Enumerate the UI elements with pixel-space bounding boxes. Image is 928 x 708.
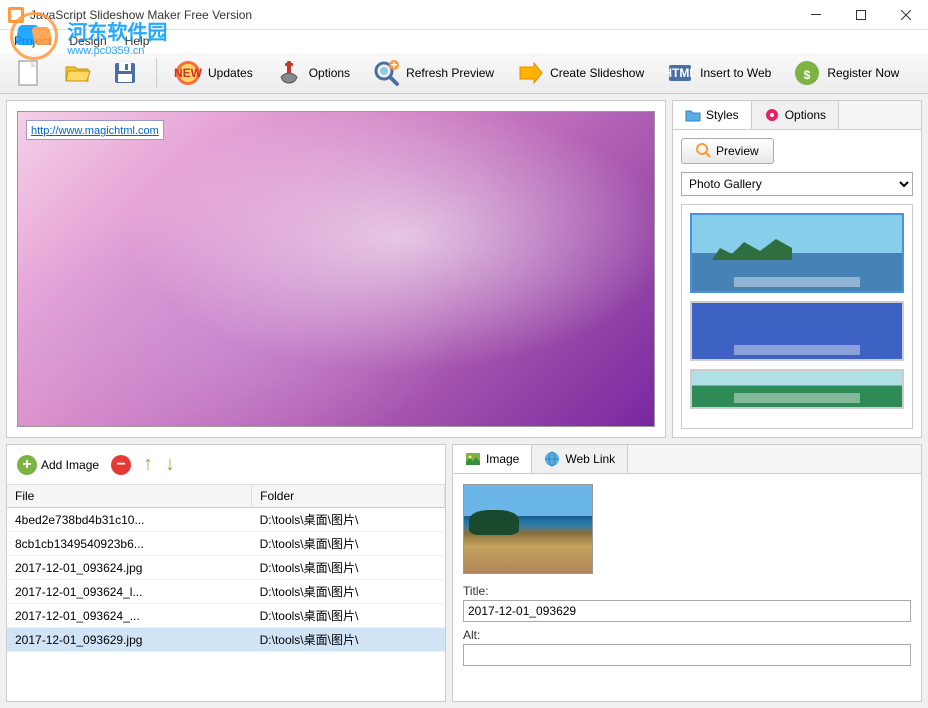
- save-project-button[interactable]: [102, 54, 148, 92]
- arrow-up-icon: ↑: [143, 453, 153, 476]
- alt-label: Alt:: [463, 628, 911, 642]
- image-icon: [465, 451, 481, 467]
- table-row[interactable]: 2017-12-01_093624_...D:\tools\桌面\图片\: [7, 604, 445, 628]
- title-label: Title:: [463, 584, 911, 598]
- col-folder[interactable]: Folder: [252, 485, 445, 508]
- style-thumb-3[interactable]: [690, 369, 904, 409]
- close-button[interactable]: [883, 0, 928, 30]
- maximize-button[interactable]: [838, 0, 883, 30]
- insert-to-web-button[interactable]: HTML Insert to Web: [657, 54, 780, 92]
- col-file[interactable]: File: [7, 485, 252, 508]
- options-label: Options: [309, 66, 350, 80]
- app-icon: [8, 7, 24, 23]
- menu-help[interactable]: Help: [117, 32, 158, 50]
- style-thumb-2[interactable]: [690, 301, 904, 361]
- svg-text:$: $: [804, 68, 811, 82]
- new-project-button[interactable]: [6, 54, 52, 92]
- refresh-preview-button[interactable]: + Refresh Preview: [363, 54, 503, 92]
- minimize-button[interactable]: [793, 0, 838, 30]
- minus-icon: −: [111, 455, 131, 475]
- slideshow-preview: http://www.magichtml.com: [17, 111, 655, 427]
- tab-image[interactable]: Image: [453, 445, 532, 473]
- tab-weblink[interactable]: Web Link: [532, 445, 628, 473]
- magnifier-icon: [696, 143, 712, 159]
- titlebar: JavaScript Slideshow Maker Free Version: [0, 0, 928, 30]
- alt-input[interactable]: [463, 644, 911, 666]
- image-detail-panel: Image Web Link Title: Alt:: [452, 444, 922, 702]
- svg-text:HTML: HTML: [666, 66, 694, 80]
- updates-label: Updates: [208, 66, 253, 80]
- style-preview-button[interactable]: Preview: [681, 138, 774, 164]
- tab-styles[interactable]: Styles: [673, 101, 752, 129]
- style-thumb-1[interactable]: [690, 213, 904, 293]
- styles-panel: Styles Options Preview Photo Gallery: [672, 100, 922, 438]
- table-row[interactable]: 2017-12-01_093629.jpgD:\tools\桌面\图片\: [7, 628, 445, 652]
- options-button[interactable]: Options: [266, 54, 359, 92]
- svg-text:+: +: [391, 59, 398, 72]
- register-now-button[interactable]: $ Register Now: [784, 54, 908, 92]
- remove-image-button[interactable]: −: [107, 453, 135, 477]
- updates-button[interactable]: NEW Updates: [165, 54, 262, 92]
- menu-design[interactable]: Design: [61, 32, 114, 50]
- add-image-button[interactable]: + Add Image: [13, 453, 103, 477]
- menu-project[interactable]: Project: [6, 32, 59, 50]
- plus-icon: +: [17, 455, 37, 475]
- table-row[interactable]: 8cb1cb1349540923b6...D:\tools\桌面\图片\: [7, 532, 445, 556]
- move-up-button[interactable]: ↑: [139, 451, 157, 478]
- menubar: Project Design Help: [0, 30, 928, 52]
- main-toolbar: NEW Updates Options + Refresh Preview Cr…: [0, 52, 928, 94]
- style-thumbnails[interactable]: [681, 204, 913, 429]
- open-project-button[interactable]: [54, 54, 100, 92]
- table-row[interactable]: 2017-12-01_093624_l...D:\tools\桌面\图片\: [7, 580, 445, 604]
- arrow-down-icon: ↓: [165, 453, 175, 476]
- window-title: JavaScript Slideshow Maker Free Version: [30, 8, 793, 22]
- style-category-select[interactable]: Photo Gallery: [681, 172, 913, 196]
- globe-icon: [544, 451, 560, 467]
- tab-options[interactable]: Options: [752, 101, 839, 129]
- svg-text:NEW: NEW: [174, 66, 202, 80]
- insert-to-web-label: Insert to Web: [700, 66, 771, 80]
- image-file-table[interactable]: File Folder 4bed2e738bd4b31c10...D:\tool…: [7, 485, 445, 652]
- folder-icon: [685, 107, 701, 123]
- create-slideshow-label: Create Slideshow: [550, 66, 644, 80]
- refresh-preview-label: Refresh Preview: [406, 66, 494, 80]
- create-slideshow-button[interactable]: Create Slideshow: [507, 54, 653, 92]
- image-list-panel: + Add Image − ↑ ↓ File Folder: [6, 444, 446, 702]
- title-input[interactable]: [463, 600, 911, 622]
- preview-panel: http://www.magichtml.com: [6, 100, 666, 438]
- table-row[interactable]: 4bed2e738bd4b31c10...D:\tools\桌面\图片\: [7, 508, 445, 532]
- table-row[interactable]: 2017-12-01_093624.jpgD:\tools\桌面\图片\: [7, 556, 445, 580]
- move-down-button[interactable]: ↓: [161, 451, 179, 478]
- image-thumbnail: [463, 484, 593, 574]
- gear-icon: [764, 107, 780, 123]
- register-now-label: Register Now: [827, 66, 899, 80]
- watermark-link[interactable]: http://www.magichtml.com: [26, 120, 164, 140]
